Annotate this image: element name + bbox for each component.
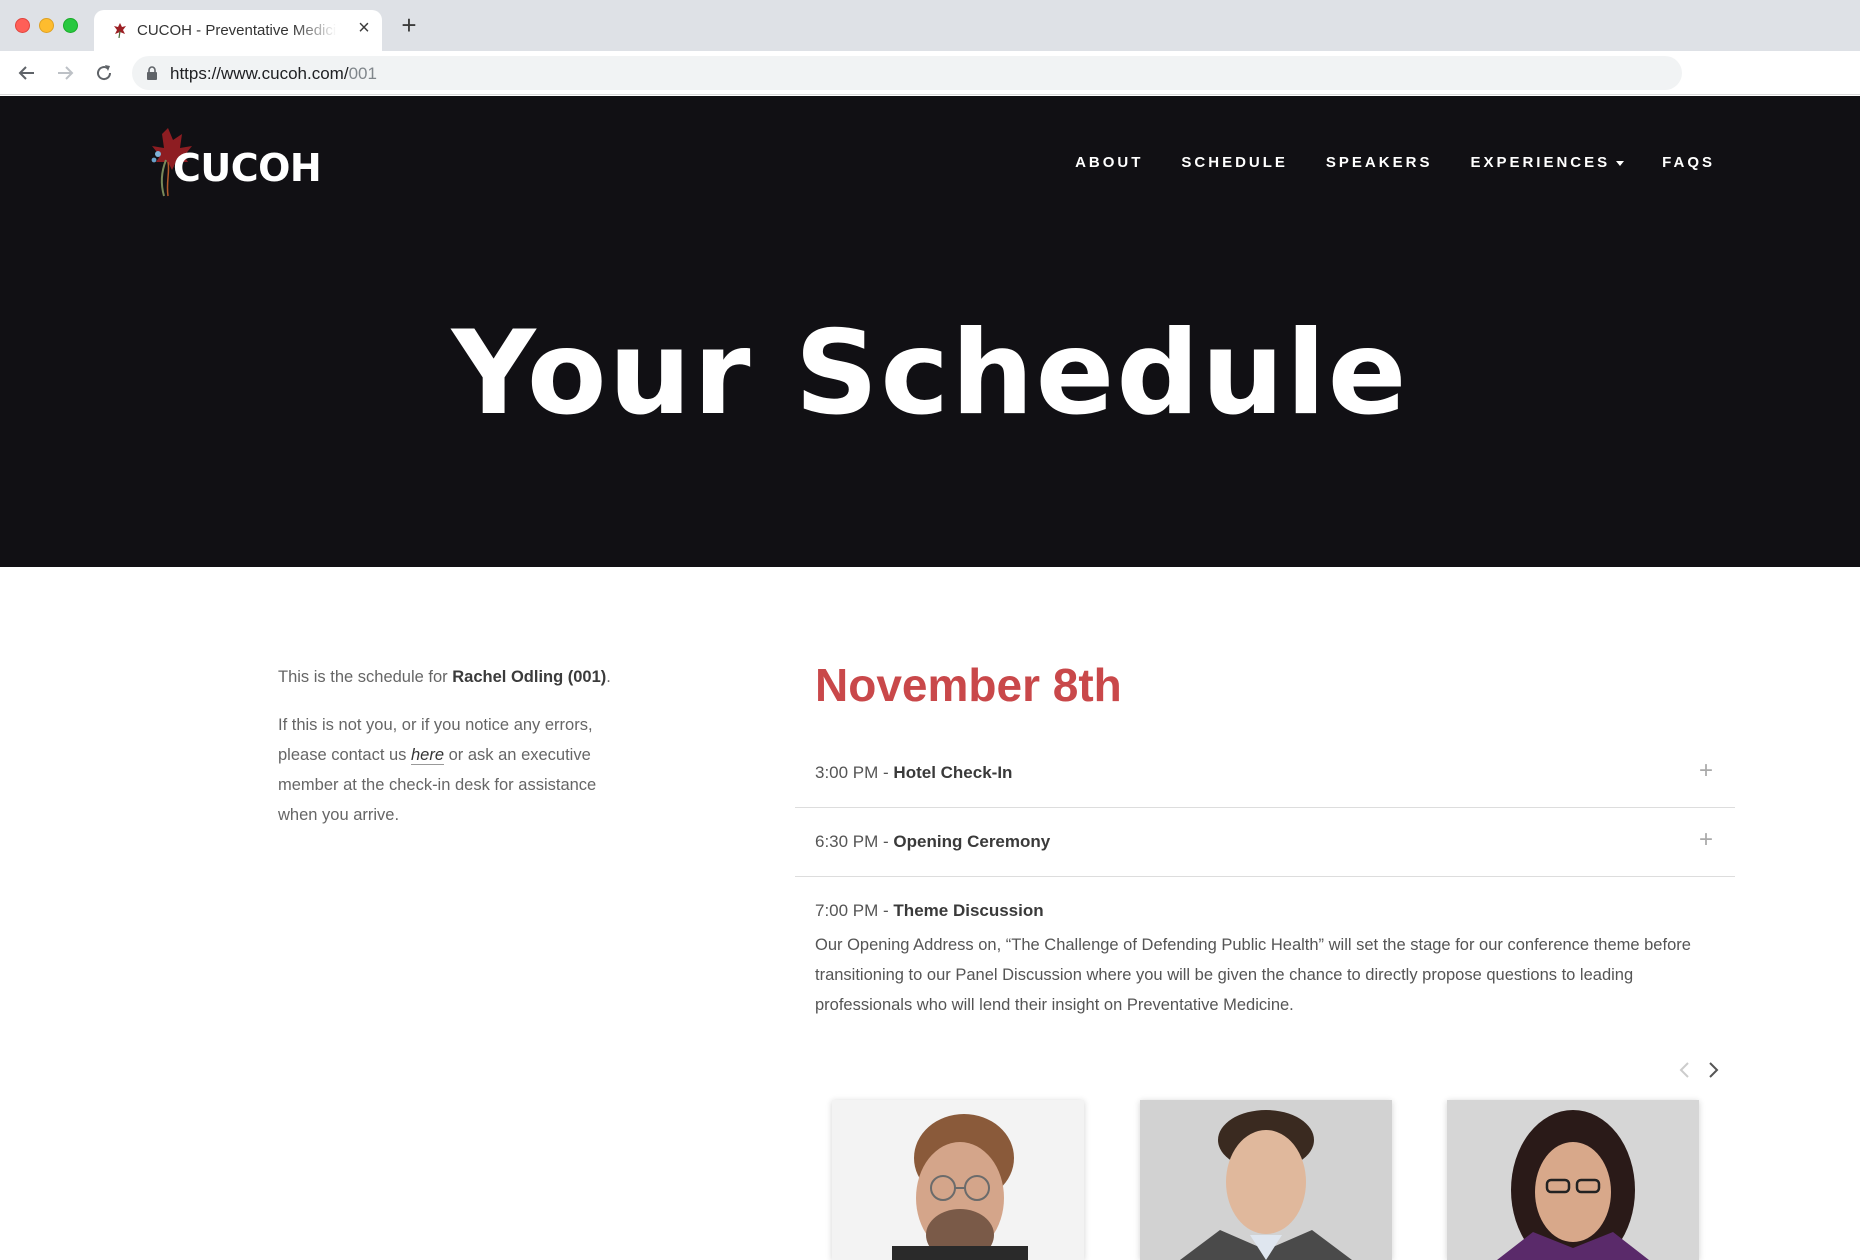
speaker-portrait-image — [1447, 1100, 1699, 1260]
chevron-left-icon[interactable] — [1675, 1060, 1695, 1080]
nav-experiences[interactable]: EXPERIENCES — [1470, 154, 1625, 171]
event-row-opening-ceremony[interactable]: 6:30 PM - Opening Ceremony + — [795, 809, 1735, 877]
browser-tab-strip: CUCOH - Preventative Medicine × + — [0, 0, 1860, 51]
back-arrow-icon[interactable] — [15, 61, 39, 85]
chevron-right-icon[interactable] — [1703, 1060, 1723, 1080]
cucoh-logo[interactable]: CUCOH — [146, 126, 322, 198]
event-description: Our Opening Address on, “The Challenge o… — [815, 936, 1691, 1014]
close-window-button[interactable] — [15, 18, 30, 33]
event-heading: 7:00 PM - Theme Discussion — [815, 901, 1044, 920]
speaker-photo[interactable] — [832, 1100, 1084, 1260]
attendee-name: Rachel Odling (001) — [452, 668, 607, 686]
speaker-photo[interactable] — [1140, 1100, 1392, 1260]
nav-about[interactable]: ABOUT — [1075, 154, 1143, 171]
new-tab-icon[interactable]: + — [398, 12, 420, 38]
attendee-line: This is the schedule for Rachel Odling (… — [278, 668, 611, 686]
reload-icon[interactable] — [92, 61, 116, 85]
tab-close-icon[interactable]: × — [354, 18, 374, 38]
nav-schedule[interactable]: SCHEDULE — [1181, 154, 1288, 171]
expand-plus-icon[interactable]: + — [1695, 759, 1717, 783]
browser-tab[interactable]: CUCOH - Preventative Medicine × — [94, 10, 382, 51]
event-heading: 6:30 PM - Opening Ceremony — [815, 832, 1051, 851]
caret-down-icon — [1616, 160, 1625, 166]
help-text: If this is not you, or if you notice any… — [278, 716, 597, 824]
schedule-intro: This is the schedule for Rachel Odling (… — [278, 662, 638, 848]
speaker-portrait-image — [1140, 1100, 1392, 1260]
minimize-window-button[interactable] — [39, 18, 54, 33]
lock-icon — [147, 66, 157, 80]
nav-faqs[interactable]: FAQS — [1662, 154, 1715, 171]
speaker-photo[interactable] — [1447, 1100, 1699, 1260]
forward-arrow-icon[interactable] — [53, 61, 77, 85]
event-row-hotel-checkin[interactable]: 3:00 PM - Hotel Check-In + — [795, 740, 1735, 808]
nav-speakers[interactable]: SPEAKERS — [1326, 154, 1433, 171]
cucoh-favicon-icon — [114, 23, 126, 38]
contact-link[interactable]: here — [411, 746, 445, 765]
day-heading: November 8th — [815, 659, 1122, 711]
maximize-window-button[interactable] — [63, 18, 78, 33]
expand-plus-icon[interactable]: + — [1695, 828, 1717, 852]
event-heading: 3:00 PM - Hotel Check-In — [815, 763, 1013, 782]
browser-toolbar: https://www.cucoh.com/001 — [0, 51, 1860, 95]
tab-title: CUCOH - Preventative Medicine — [137, 22, 337, 39]
logo-text: CUCOH — [173, 146, 322, 190]
site-header: CUCOH ABOUT SCHEDULE SPEAKERS EXPERIENCE… — [0, 96, 1860, 567]
address-bar[interactable]: https://www.cucoh.com/001 — [132, 56, 1682, 90]
page-title: Your Schedule — [451, 306, 1409, 441]
speaker-portrait-image — [832, 1100, 1084, 1260]
url-text: https://www.cucoh.com/001 — [170, 64, 377, 83]
main-nav: ABOUT SCHEDULE SPEAKERS EXPERIENCES FAQS — [1037, 154, 1715, 171]
